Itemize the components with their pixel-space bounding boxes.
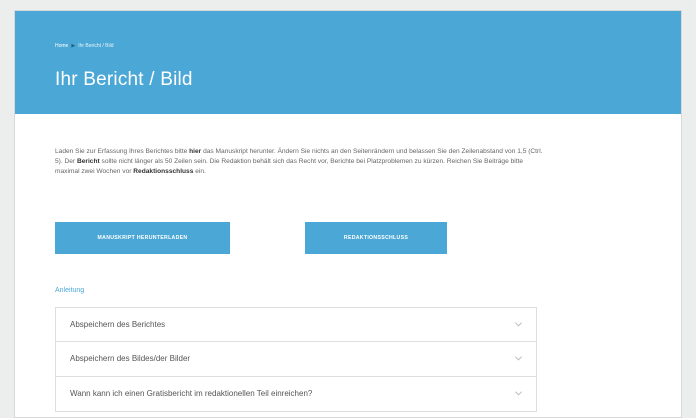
page-header: Home ▶ Ihr Bericht / Bild Ihr Bericht / Bi… bbox=[15, 11, 681, 114]
chevron-down-icon bbox=[515, 322, 522, 327]
breadcrumb: Home ▶ Ihr Bericht / Bild bbox=[55, 43, 114, 49]
page-title: Ihr Bericht / Bild bbox=[55, 69, 193, 90]
intro-bold-text: Redaktionsschluss bbox=[133, 168, 194, 175]
section-label: Anleitung bbox=[55, 287, 85, 294]
intro-text-part: ein. bbox=[193, 168, 206, 175]
accordion-item-save-report[interactable]: Abspeichern des Berichtes bbox=[55, 307, 537, 342]
breadcrumb-home-link[interactable]: Home bbox=[55, 43, 68, 49]
accordion-item-label: Wann kann ich einen Gratisbericht im red… bbox=[70, 389, 313, 398]
breadcrumb-separator-icon: ▶ bbox=[71, 43, 76, 49]
intro-bold-text: Bericht bbox=[76, 158, 100, 165]
breadcrumb-current: Ihr Bericht / Bild bbox=[78, 43, 114, 49]
accordion-item-label: Abspeichern des Berichtes bbox=[70, 320, 166, 329]
chevron-down-icon bbox=[515, 356, 522, 361]
chevron-down-icon bbox=[515, 391, 522, 396]
intro-text-part: Laden Sie zur Erfassung Ihres Berichtes … bbox=[55, 148, 190, 155]
intro-text-part: sollte nicht länger als 50 Zeilen sein. … bbox=[55, 158, 524, 175]
faq-accordion: Abspeichern des Berichtes Abspeichern de… bbox=[55, 307, 537, 412]
accordion-item-label: Abspeichern des Bildes/der Bilder bbox=[70, 354, 191, 363]
page-frame: Home ▶ Ihr Bericht / Bild Ihr Bericht / Bi… bbox=[14, 10, 682, 418]
intro-text: Laden Sie zur Erfassung Ihres Berichtes … bbox=[55, 147, 545, 177]
accordion-item-save-images[interactable]: Abspeichern des Bildes/der Bilder bbox=[55, 342, 537, 377]
editorial-deadline-button[interactable]: REDAKTIONSSCHLUSS bbox=[305, 222, 447, 254]
accordion-item-free-report[interactable]: Wann kann ich einen Gratisbericht im red… bbox=[55, 377, 537, 412]
download-manuscript-button[interactable]: MANUSKRIPT HERUNTERLADEN bbox=[55, 222, 230, 254]
intro-link-here[interactable]: hier bbox=[189, 148, 201, 155]
